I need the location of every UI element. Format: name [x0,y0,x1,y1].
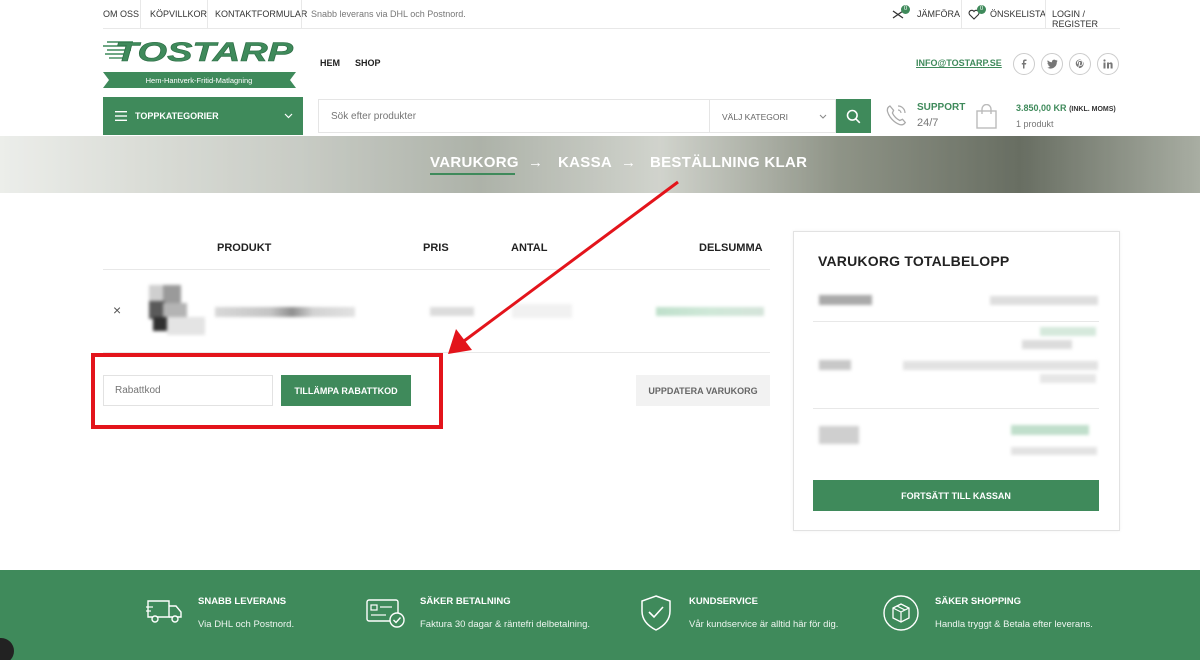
cart-amount-value: 3.850,00 kr [1016,103,1067,113]
cart-tax-note: (INKL. MOMS) [1069,106,1116,113]
support-title: SUPPORT [917,102,966,113]
totals-tax-note [1011,447,1097,455]
totals-divider [813,321,1099,322]
feature-text: Handla tryggt & Betala efter leverans. [935,619,1093,630]
search-icon [846,109,861,123]
phone-support-icon [886,105,907,126]
feature-text: Vår kundservice är alltid här för dig. [689,619,839,630]
chevron-down-icon [819,114,827,119]
topbar-link-om-oss[interactable]: OM OSS [103,9,139,19]
truck-icon [146,600,182,623]
logo-text: TOSTARP [115,37,294,67]
site-logo[interactable]: TOSTARP Hem-Hantverk-Fritid-Matlagning [103,36,296,91]
annotation-arrow [448,180,679,354]
totals-row-label [819,295,872,305]
totals-divider [813,408,1099,409]
divider [1045,0,1046,29]
compare-label: JÄMFÖRA [917,9,961,19]
cart-amount: 3.850,00 kr (INKL. MOMS) [1016,103,1116,113]
totals-row-value [903,361,1098,370]
divider [301,0,302,29]
shopping-bag-icon [976,104,997,129]
twitter-glyph [1046,59,1057,69]
wishlist-link[interactable]: 0 ÖNSKELISTA [968,0,1046,29]
twitter-icon[interactable] [1041,53,1063,75]
active-step-underline [430,173,515,175]
nav-item-shop[interactable]: SHOP [355,58,381,68]
feature-title: SÄKER BETALNING [420,596,511,607]
totals-total-label [819,426,859,444]
logo-tagline: Hem-Hantverk-Fritid-Matlagning [146,76,253,85]
cart-totals-title: VARUKORG TOTALBELOPP [818,253,1010,269]
secure-box-icon [883,595,919,631]
divider [961,0,962,29]
totals-row-value [1040,374,1096,383]
product-name-link[interactable] [215,307,355,317]
feature-text: Via DHL och Postnord. [198,619,295,630]
product-thumbnail[interactable] [141,285,206,337]
column-header-product: PRODUKT [217,242,272,254]
divider [207,0,208,29]
update-cart-button[interactable]: UPPDATERA VARUKORG [636,375,770,406]
hamburger-icon [115,111,127,121]
facebook-icon[interactable] [1013,53,1035,75]
feature-title: KUNDSERVICE [689,596,758,607]
support-link[interactable]: SUPPORT 24/7 [885,100,965,132]
compare-count-badge: 0 [901,5,910,14]
step-arrow: → [621,154,637,171]
shield-check-icon [641,595,671,631]
category-select-label: VÄLJ KATEGORI [722,112,788,122]
wishlist-label: ÖNSKELISTA [990,9,1046,19]
column-header-subtotal: DELSUMMA [699,242,763,254]
nav-item-hem[interactable]: HEM [320,58,340,68]
card-check-icon [366,599,405,628]
logo-wordmark: TOSTARP Hem-Hantverk-Fritid-Matlagning [103,37,296,88]
totals-row-value [990,296,1098,305]
totals-row-value [1022,340,1072,349]
step-bestallning-klar: BESTÄLLNING KLAR [650,154,808,171]
topbar-link-kopvillkor[interactable]: KÖPVILLKOR [150,9,207,19]
top-categories-button[interactable]: TOPPKATEGORIER [103,97,303,135]
step-varukorg: VARUKORG [430,154,519,171]
mini-cart[interactable]: 3.850,00 kr (INKL. MOMS) 1 produkt [974,100,1120,132]
category-select[interactable]: VÄLJ KATEGORI [709,99,836,133]
feature-title: SÄKER SHOPPING [935,596,1022,607]
email-link[interactable]: INFO@TOSTARP.SE [916,58,1002,68]
compare-link[interactable]: 0 JÄMFÖRA [892,0,960,29]
top-bar: OM OSS KÖPVILLKOR KONTAKTFORMULAR Snabb … [103,0,1120,29]
step-arrow: → [528,154,544,171]
topbar-link-kontaktformular[interactable]: KONTAKTFORMULAR [215,9,307,19]
step-kassa[interactable]: KASSA [558,154,612,171]
shipping-note: Snabb leverans via DHL och Postnord. [311,9,466,19]
top-categories-label: TOPPKATEGORIER [135,111,219,121]
wishlist-count-badge: 0 [977,5,986,14]
pinterest-icon[interactable] [1069,53,1091,75]
totals-row-label [819,360,851,370]
linkedin-icon[interactable] [1097,53,1119,75]
annotation-highlight-box [91,353,443,429]
chevron-down-icon [284,113,293,119]
login-register-link[interactable]: LOGIN / REGISTER [1052,9,1120,29]
facebook-glyph [1021,59,1027,69]
search-bar [318,99,709,133]
search-button[interactable] [836,99,871,133]
pinterest-glyph [1075,58,1084,68]
search-input[interactable] [319,100,709,132]
proceed-to-checkout-button[interactable]: FORTSÄTT TILL KASSAN [813,480,1099,511]
divider [140,0,141,29]
remove-item-button[interactable]: × [113,302,121,318]
feature-text: Faktura 30 dagar & räntefri delbetalning… [420,619,591,630]
totals-total-value [1011,425,1089,435]
feature-title: SNABB LEVERANS [198,596,287,607]
support-hours: 24/7 [917,117,939,129]
totals-row-value [1040,327,1096,336]
cart-count: 1 produkt [1016,119,1054,129]
linkedin-glyph [1103,59,1113,69]
